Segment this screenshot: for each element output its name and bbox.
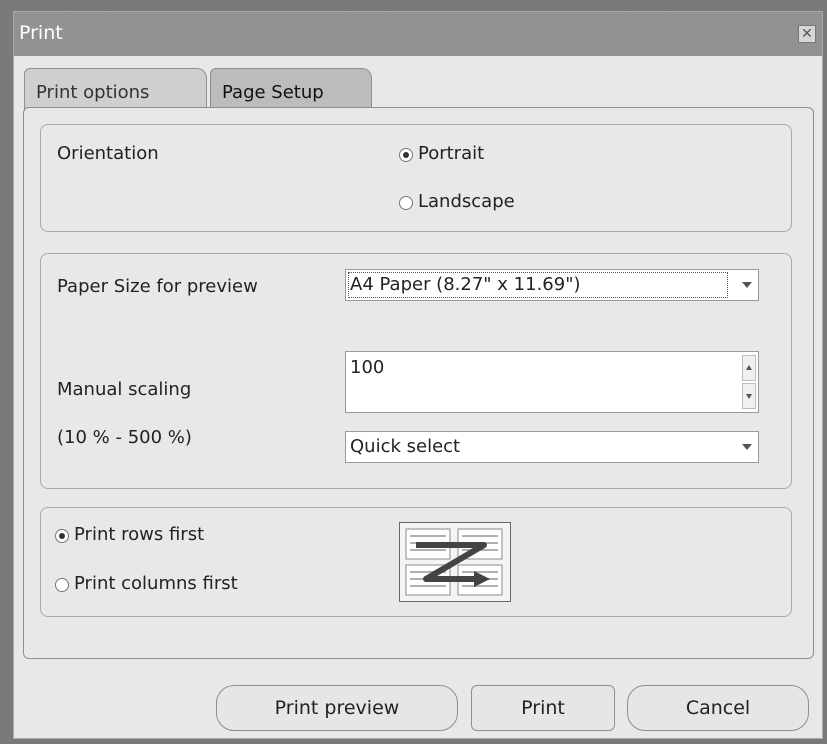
portrait-radio[interactable] [399, 148, 413, 162]
chevron-down-icon [742, 444, 752, 450]
orientation-label: Orientation [57, 143, 159, 164]
print-button[interactable]: Print [471, 685, 615, 731]
print-preview-label: Print preview [274, 697, 400, 719]
cancel-button[interactable]: Cancel [627, 685, 809, 731]
cancel-label: Cancel [685, 697, 751, 719]
window-title: Print [19, 22, 63, 44]
chevron-down-icon [742, 282, 752, 288]
close-button[interactable]: ✕ [798, 25, 816, 43]
title-bar[interactable]: Print ✕ [14, 12, 822, 56]
print-dialog: Print ✕ Print options Page Setup Orienta… [13, 11, 823, 739]
print-preview-button[interactable]: Print preview [216, 685, 458, 731]
manual-scaling-label: Manual scaling [57, 379, 192, 400]
landscape-option[interactable]: Landscape [399, 191, 559, 217]
close-icon: ✕ [801, 26, 813, 42]
paper-scaling-group: Paper Size for preview A4 Paper (8.27" x… [40, 253, 792, 489]
quick-select-dropdown[interactable]: Quick select [345, 431, 759, 463]
paper-size-select[interactable]: A4 Paper (8.27" x 11.69") [345, 269, 759, 301]
rows-first-radio[interactable] [55, 529, 69, 543]
spin-down-button[interactable] [742, 383, 756, 409]
landscape-radio[interactable] [399, 196, 413, 210]
page-setup-panel: Orientation Portrait Landscape Paper Siz… [23, 107, 814, 659]
tab-label: Page Setup [222, 82, 324, 103]
paper-size-label: Paper Size for preview [57, 276, 258, 297]
landscape-label: Landscape [418, 191, 515, 212]
columns-first-radio[interactable] [55, 578, 69, 592]
rows-first-label: Print rows first [74, 524, 205, 545]
scaling-value: 100 [350, 357, 385, 378]
tab-label: Print options [36, 82, 150, 103]
quick-select-value: Quick select [350, 436, 461, 457]
columns-first-option[interactable]: Print columns first [55, 573, 295, 599]
rows-first-option[interactable]: Print rows first [55, 524, 265, 550]
print-label: Print [521, 697, 565, 719]
paper-size-value: A4 Paper (8.27" x 11.69") [350, 274, 581, 295]
portrait-label: Portrait [418, 143, 485, 164]
page-order-z-icon [399, 522, 511, 602]
scaling-range-label: (10 % - 500 %) [57, 427, 192, 448]
print-order-group: Print rows first Print columns first [40, 507, 792, 617]
tab-print-options[interactable]: Print options [24, 68, 207, 110]
spin-up-button[interactable] [742, 355, 756, 381]
columns-first-label: Print columns first [74, 573, 238, 594]
scaling-spinner[interactable]: 100 [345, 351, 759, 413]
orientation-group: Orientation Portrait Landscape [40, 124, 792, 232]
portrait-option[interactable]: Portrait [399, 143, 549, 169]
tab-page-setup[interactable]: Page Setup [210, 68, 372, 110]
